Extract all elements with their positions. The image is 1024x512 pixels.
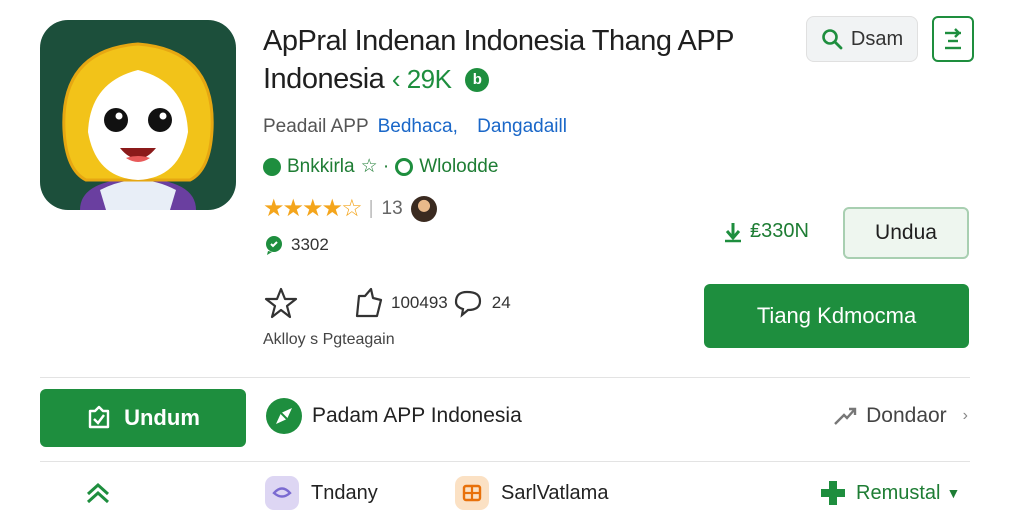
tags-line: Bnkkirla ☆ · Wlolodde xyxy=(263,155,498,178)
app-title-line1: ApPral Indenan Indonesia Thang APP xyxy=(263,25,735,57)
rating-stars: ★★★★☆ xyxy=(263,195,363,222)
publisher-link[interactable]: Padam APP Indonesia xyxy=(266,398,522,434)
reviews-count: 3302 xyxy=(291,235,329,254)
rating-line: ★★★★☆ | 13 xyxy=(263,194,437,223)
bottom-bar: Tndany SarlVatlama Remustal ▼ xyxy=(0,474,1024,512)
bottom-item-1-label: Tndany xyxy=(311,481,378,504)
reviews-line: 3302 xyxy=(263,234,329,256)
tag-2[interactable]: Wlolodde xyxy=(419,156,498,178)
grid-icon xyxy=(455,476,489,510)
dondaor-link[interactable]: Dondaor › xyxy=(832,404,968,428)
tag-1[interactable]: Bnkkirla xyxy=(287,156,355,178)
developer-name: Peadail APP xyxy=(263,116,369,137)
divider-top xyxy=(40,377,970,378)
collapse-button[interactable] xyxy=(84,482,112,504)
app-title: ApPral Indenan Indonesia Thang APP Indon… xyxy=(263,22,735,98)
chevron-up-double-icon xyxy=(86,482,110,504)
version-label: ‹ 29K xyxy=(391,64,452,94)
publisher-name: Padam APP Indonesia xyxy=(312,404,522,427)
comment-icon[interactable] xyxy=(452,288,486,318)
chevron-right-icon: › xyxy=(962,407,968,424)
download-size-line: ₤330N xyxy=(722,220,809,243)
globe-icon xyxy=(395,157,414,176)
download-menu-icon xyxy=(945,28,961,50)
divider-bottom xyxy=(40,461,970,462)
favorite-star-icon[interactable] xyxy=(263,286,299,320)
install-button[interactable]: Tiang Kdmocma xyxy=(704,284,969,348)
bottom-item-remustal[interactable]: Remustal ▼ xyxy=(818,478,960,508)
actions-caption: Aklloy s Pgteagain xyxy=(263,331,395,348)
verified-badge-icon: b xyxy=(465,68,490,93)
category-link-2[interactable]: Dangadaill xyxy=(477,116,567,137)
publisher-icon xyxy=(266,398,302,434)
rating-divider: | xyxy=(368,197,374,219)
rating-count: 13 xyxy=(381,197,403,219)
download-arrow-icon xyxy=(725,222,741,242)
secondary-download-button[interactable]: Undua xyxy=(843,207,969,259)
chat-bubble-icon xyxy=(266,236,282,255)
app-title-line2: Indonesia xyxy=(263,63,385,95)
bookmark-icon[interactable] xyxy=(351,286,387,320)
search-button-label: Dsam xyxy=(850,27,904,50)
trend-icon xyxy=(834,407,857,425)
game-controller-icon xyxy=(265,476,299,510)
search-icon xyxy=(822,29,843,50)
puzzle-icon xyxy=(821,481,845,505)
menu-button[interactable] xyxy=(932,16,974,62)
bottom-item-category[interactable]: SarlVatlama xyxy=(455,476,608,510)
search-button[interactable]: Dsam xyxy=(806,16,918,62)
bottom-item-trending[interactable]: Tndany xyxy=(265,476,378,510)
app-mascot-icon xyxy=(62,42,214,210)
category-link-1[interactable]: Bedhaca, xyxy=(378,116,458,137)
undum-button-label: Undum xyxy=(124,405,200,430)
download-size: ₤330N xyxy=(750,220,809,242)
comment-count: 24 xyxy=(491,293,511,312)
top-buttons: Dsam xyxy=(806,16,974,62)
bookmark-count: 100493 xyxy=(391,293,448,312)
dondaor-label: Dondaor xyxy=(866,404,947,427)
chevron-down-icon: ▼ xyxy=(946,485,961,501)
bottom-item-2-label: SarlVatlama xyxy=(501,481,609,504)
undum-button[interactable]: Undum xyxy=(40,389,246,447)
app-icon xyxy=(40,20,236,210)
tag-separator: ☆ · xyxy=(360,156,390,177)
leaf-icon xyxy=(263,157,281,176)
action-row: 100493 24 xyxy=(263,286,511,320)
bottom-item-3-label: Remustal xyxy=(856,481,941,504)
shield-check-icon xyxy=(88,405,110,429)
developer-line: Peadail APP Bedhaca, Dangadaill xyxy=(263,116,567,138)
reviewer-avatar xyxy=(410,195,437,222)
